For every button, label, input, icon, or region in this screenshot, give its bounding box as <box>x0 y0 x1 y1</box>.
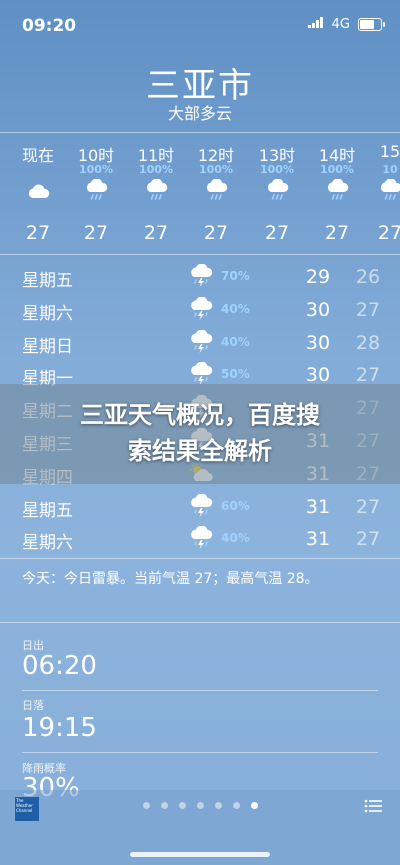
day-low-temp: 26 <box>355 266 381 288</box>
divider <box>22 752 378 753</box>
thunderstorm-icon <box>188 263 214 288</box>
hour-temp: 27 <box>143 222 169 244</box>
hour-precip-chance: 100% <box>139 163 173 176</box>
thunderstorm-icon <box>188 329 214 354</box>
status-bar: 09:20 4G <box>0 0 400 40</box>
overlay-title-line2: 索结果全解析 <box>128 437 272 465</box>
status-icons: 4G <box>307 17 385 32</box>
hour-temp: 27 <box>83 222 109 244</box>
divider <box>0 622 400 623</box>
day-precip-chance: 40% <box>221 301 250 316</box>
hour-precip-chance: 10 <box>382 163 398 176</box>
day-name: 星期六 <box>22 533 73 554</box>
day-high-temp: 29 <box>305 266 331 288</box>
sunrise-value: 06:20 <box>22 651 97 681</box>
page-dot[interactable] <box>161 802 168 809</box>
hour-label: 15 <box>379 142 400 161</box>
day-name: 星期六 <box>22 303 73 324</box>
cloud-rain-icon <box>66 179 126 203</box>
hour-temp: 27 <box>203 222 229 244</box>
divider <box>0 254 400 255</box>
thunderstorm-icon <box>188 493 214 518</box>
hour-precip-chance: 100% <box>199 163 233 176</box>
day-low-temp: 27 <box>355 528 381 551</box>
page-dot[interactable] <box>179 802 186 809</box>
battery-icon <box>358 18 385 31</box>
thunderstorm-icon <box>188 525 214 550</box>
daily-row: 星期五 60% 31 27 <box>0 489 400 522</box>
hour-precip-chance: 100% <box>260 163 294 176</box>
thunderstorm-icon <box>188 361 214 386</box>
sunset-label: 日落 <box>22 699 44 712</box>
status-time: 09:20 <box>22 16 77 36</box>
page-dot[interactable] <box>197 802 204 809</box>
page-dot[interactable] <box>251 802 258 809</box>
cloud-rain-icon <box>360 179 400 203</box>
list-icon[interactable] <box>364 798 382 813</box>
cloud-rain-icon <box>126 179 186 203</box>
day-name: 星期五 <box>22 500 73 521</box>
hour-temp: 27 <box>25 222 51 244</box>
page-indicator[interactable] <box>140 802 260 812</box>
hour-temp: 27 <box>324 222 350 244</box>
day-high-temp: 31 <box>305 495 331 518</box>
hour-temp: 27 <box>377 222 400 244</box>
divider <box>0 558 400 559</box>
day-precip-chance: 70% <box>221 269 250 283</box>
cloud-icon <box>8 179 68 203</box>
day-high-temp: 30 <box>305 298 331 321</box>
daily-row: 星期五 70% 29 26 <box>0 259 400 292</box>
weather-channel-logo[interactable]: The Weather Channel <box>15 797 39 821</box>
hour-precip-chance: 100% <box>79 163 113 176</box>
daily-row: 星期六 40% 31 27 <box>0 521 400 554</box>
day-precip-chance: 40% <box>221 531 250 546</box>
signal-icon <box>307 17 324 32</box>
sunset-value: 19:15 <box>22 713 97 743</box>
day-high-temp: 31 <box>305 528 331 551</box>
day-precip-chance: 60% <box>221 498 250 513</box>
day-high-temp: 30 <box>305 331 331 354</box>
cloud-rain-icon <box>307 179 367 203</box>
day-low-temp: 27 <box>355 298 381 321</box>
day-precip-chance: 40% <box>221 334 250 349</box>
day-name: 星期五 <box>22 271 73 291</box>
network-type: 4G <box>331 17 350 32</box>
page-dot[interactable] <box>233 802 240 809</box>
hour-label: 现在 <box>21 146 54 165</box>
today-summary: 今天：今日雷暴。当前气温 27；最高气温 28。 <box>22 571 319 587</box>
divider <box>0 132 400 133</box>
hour-precip-chance: 100% <box>320 163 354 176</box>
day-low-temp: 28 <box>355 331 381 354</box>
cloud-rain-icon <box>247 179 307 203</box>
thunderstorm-icon <box>188 296 214 321</box>
page-dot[interactable] <box>215 802 222 809</box>
day-precip-chance: 50% <box>221 367 250 382</box>
page-dot[interactable] <box>143 802 150 809</box>
daily-row: 星期日 40% 30 28 <box>0 325 400 358</box>
home-indicator[interactable] <box>130 852 270 857</box>
cloud-rain-icon <box>186 179 246 203</box>
weather-condition: 大部多云 <box>167 104 232 123</box>
hour-temp: 27 <box>264 222 290 244</box>
day-name: 星期日 <box>22 336 73 357</box>
overlay-title-line1: 三亚天气概况，百度搜 <box>80 401 320 429</box>
daily-row: 星期六 40% 30 27 <box>0 292 400 325</box>
overlay-title: 三亚天气概况，百度搜 索结果全解析 <box>20 397 380 469</box>
divider <box>22 690 378 691</box>
day-low-temp: 27 <box>355 495 381 518</box>
